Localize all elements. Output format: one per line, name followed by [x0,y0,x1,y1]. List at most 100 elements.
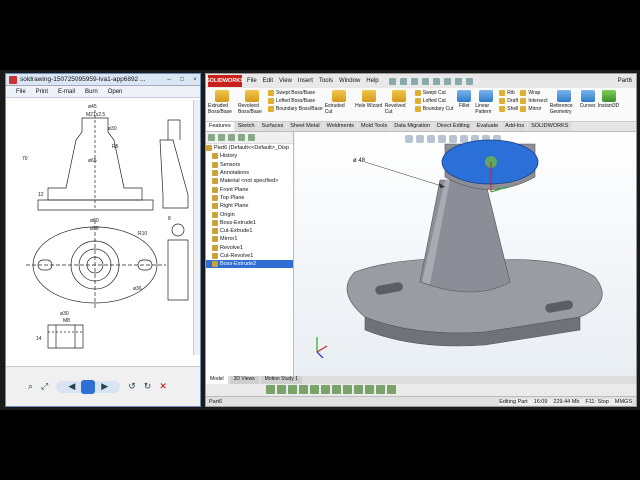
zoom-icon[interactable]: ⌕ [28,381,33,392]
lofted-boss-button[interactable]: Lofted Boss/Base [268,98,323,104]
status-units[interactable]: MMGS [615,399,632,405]
tab-data-migration[interactable]: Data Migration [391,122,434,131]
print-icon[interactable] [421,77,429,85]
swept-cut-button[interactable]: Swept Cut [415,90,454,96]
tree-item-material[interactable]: Material <not specified> [206,177,293,185]
tab-weldments[interactable]: Weldments [323,122,358,131]
select-icon[interactable] [443,77,451,85]
tool-icon[interactable] [310,385,319,394]
options-icon[interactable] [465,77,473,85]
draft-button[interactable]: Draft [499,98,518,104]
menu-help[interactable]: Help [366,78,378,84]
tree-item-top-plane[interactable]: Top Plane [206,194,293,202]
tool-icon[interactable] [365,385,374,394]
menu-open[interactable]: Open [108,89,123,95]
shell-button[interactable]: Shell [499,106,518,112]
menu-tools[interactable]: Tools [319,78,333,84]
tab-mold-tools[interactable]: Mold Tools [358,122,391,131]
tree-item-cut-revolve1[interactable]: Cut-Revolve1 [206,252,293,260]
tab-motion-study[interactable]: Motion Study 1 [260,376,303,384]
hole-wizard-button[interactable]: Hole Wizard [355,90,383,109]
tab-solidworks[interactable]: SOLIDWORKS [528,122,572,131]
close-icon[interactable]: × [190,76,200,83]
boundary-cut-button[interactable]: Boundary Cut [415,106,454,112]
tree-item-sensors[interactable]: Sensors [206,161,293,169]
maximize-icon[interactable]: □ [177,76,187,83]
save-icon[interactable] [410,77,418,85]
tool-icon[interactable] [321,385,330,394]
wrap-button[interactable]: Wrap [520,90,547,96]
display-manager-icon[interactable] [248,134,255,141]
boundary-boss-button[interactable]: Boundary Boss/Base [268,106,323,112]
tree-item-history[interactable]: History [206,152,293,160]
menu-print[interactable]: Print [36,89,48,95]
rotate-right-icon[interactable]: ↻ [144,381,152,392]
config-manager-icon[interactable] [228,134,235,141]
intersect-button[interactable]: Intersect [520,98,547,104]
revolved-cut-button[interactable]: Revolved Cut [385,90,413,115]
lofted-cut-button[interactable]: Lofted Cut [415,98,454,104]
tree-item-boss-extrude1[interactable]: Boss-Extrude1 [206,219,293,227]
feature-manager-icon[interactable] [208,134,215,141]
slideshow-icon[interactable] [81,379,96,394]
rebuild-icon[interactable] [454,77,462,85]
menu-insert[interactable]: Insert [298,78,313,84]
viewer-scrollbar[interactable] [193,100,200,355]
tool-icon[interactable] [266,385,275,394]
tool-icon[interactable] [343,385,352,394]
extruded-boss-button[interactable]: Extruded Boss/Base [208,90,236,115]
curves-button[interactable]: Curves [580,90,596,109]
tab-surfaces[interactable]: Surfaces [258,122,287,131]
tab-add-ins[interactable]: Add-Ins [502,122,528,131]
tool-icon[interactable] [354,385,363,394]
instant3d-button[interactable]: Instant3D [598,90,620,109]
extruded-cut-button[interactable]: Extruded Cut [325,90,353,115]
fit-icon[interactable]: ⤢ [41,381,48,392]
tab-sheet-metal[interactable]: Sheet Metal [287,122,323,131]
tree-item-mirror1[interactable]: Mirror1 [206,235,293,243]
tree-item-cut-extrude1[interactable]: Cut-Extrude1 [206,227,293,235]
swept-boss-button[interactable]: Swept Boss/Base [268,90,323,96]
tree-item-front-plane[interactable]: Front Plane [206,185,293,193]
tool-icon[interactable] [376,385,385,394]
delete-icon[interactable]: ✕ [159,381,167,392]
tool-icon[interactable] [288,385,297,394]
new-icon[interactable] [388,77,396,85]
rib-button[interactable]: Rib [499,90,518,96]
reference-geometry-button[interactable]: Reference Geometry [550,90,578,115]
tool-icon[interactable] [299,385,308,394]
mirror-button[interactable]: Mirror [520,106,547,112]
dim-expert-icon[interactable] [238,134,245,141]
linear-pattern-button[interactable]: Linear Pattern [475,90,497,115]
open-icon[interactable] [399,77,407,85]
dimension-label[interactable]: ø 48 [353,158,366,164]
tree-item-annotations[interactable]: Annotations [206,169,293,177]
tab-evaluate[interactable]: Evaluate [473,122,502,131]
tree-item-revolve1[interactable]: Revolve1 [206,244,293,252]
tool-icon[interactable] [277,385,286,394]
tab-features[interactable]: Features [206,122,234,131]
menu-email[interactable]: E-mail [58,89,75,95]
tool-icon[interactable] [332,385,341,394]
next-icon[interactable]: ▶ [101,381,108,392]
prev-icon[interactable]: ◀ [68,381,75,392]
revolved-boss-button[interactable]: Revolved Boss/Base [238,90,266,115]
rotate-left-icon[interactable]: ↺ [128,381,136,392]
tree-item-origin[interactable]: Origin [206,210,293,218]
tree-item-right-plane[interactable]: Right Plane [206,202,293,210]
menu-file[interactable]: File [16,89,26,95]
tab-model[interactable]: Model [206,376,228,384]
property-manager-icon[interactable] [218,134,225,141]
tab-sketch[interactable]: Sketch [234,122,258,131]
tool-icon[interactable] [387,385,396,394]
menu-window[interactable]: Window [339,78,360,84]
menu-edit[interactable]: Edit [263,78,273,84]
undo-icon[interactable] [432,77,440,85]
menu-view[interactable]: View [279,78,292,84]
tab-direct-editing[interactable]: Direct Editing [434,122,473,131]
menu-file[interactable]: File [247,78,257,84]
fillet-button[interactable]: Fillet [455,90,473,109]
minimize-icon[interactable]: – [164,76,174,83]
menu-burn[interactable]: Burn [85,89,98,95]
tree-item-part[interactable]: Part6 (Default<<Default>_Disp [206,144,293,152]
